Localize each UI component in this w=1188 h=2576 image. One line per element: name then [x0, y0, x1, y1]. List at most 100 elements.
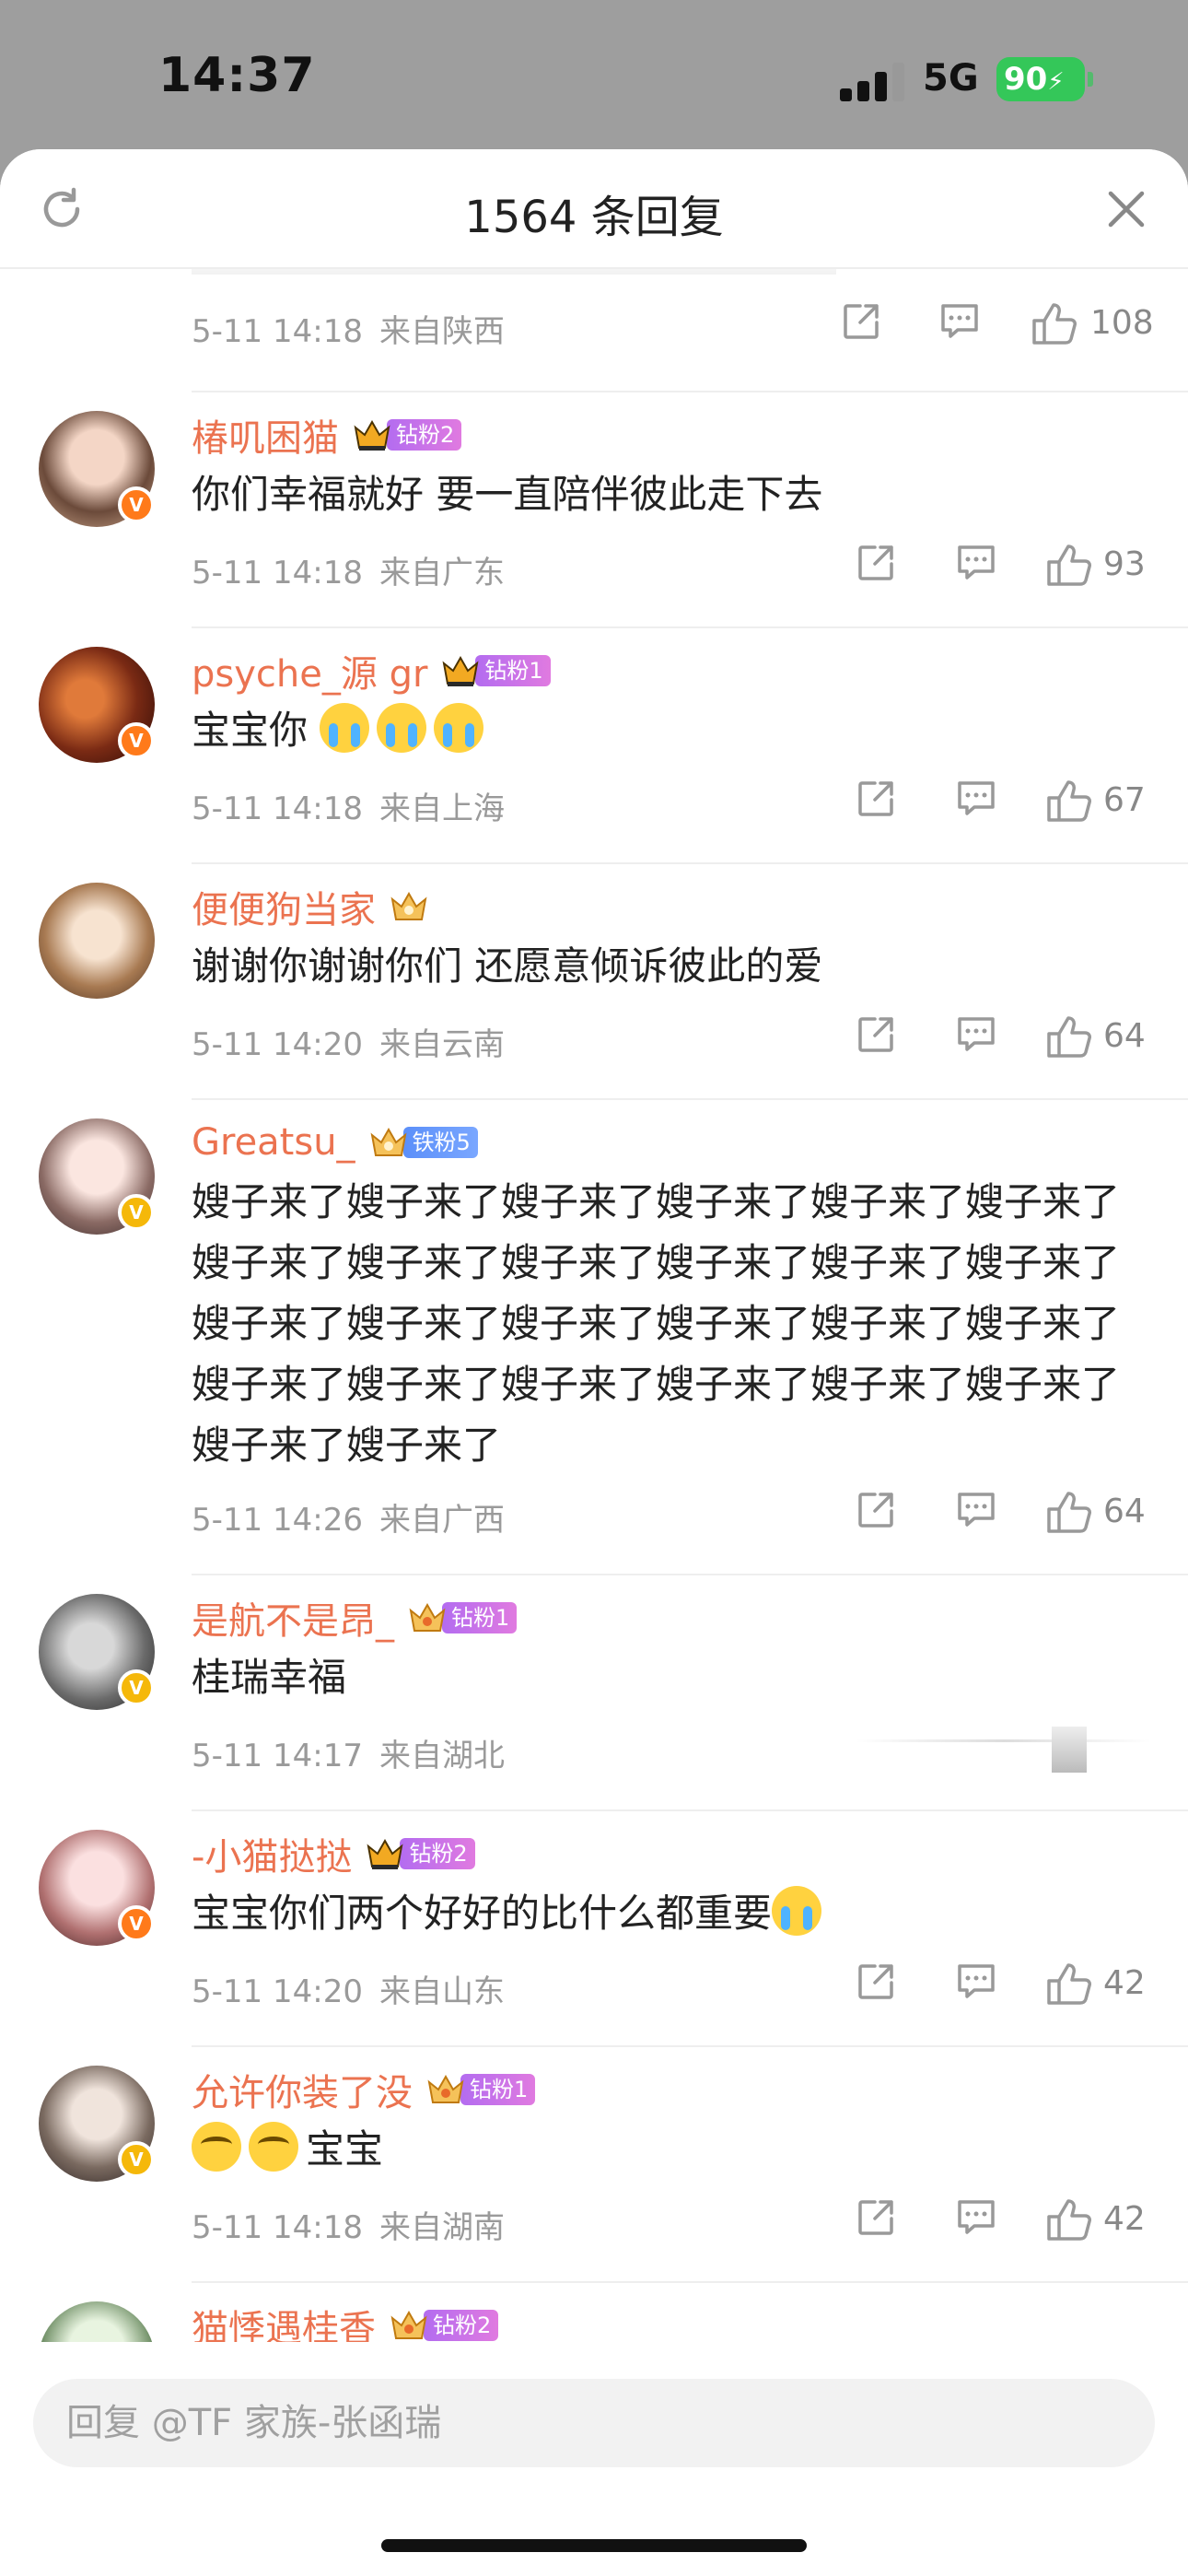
comment-text-content: 宝宝你	[192, 708, 309, 753]
username[interactable]: Greatsu_	[192, 1121, 355, 1164]
close-icon[interactable]	[1101, 184, 1151, 234]
comment-location: 来自湖北	[379, 1738, 505, 1774]
name-row: 椿叽困猫 钻粉2	[192, 408, 462, 462]
name-row: psyche_源 gr 钻粉1	[192, 644, 551, 697]
username[interactable]: 是航不是昂_	[192, 1591, 394, 1645]
comment-text: 宝宝	[192, 2119, 1131, 2180]
crown-icon	[354, 419, 390, 451]
verified-badge-icon: V	[118, 1905, 155, 1942]
like-count: 64	[1103, 1017, 1146, 1055]
sheet-header: 1564 条回复	[0, 149, 1188, 269]
comment-icon[interactable]	[954, 2196, 998, 2237]
loading-skeleton	[1052, 1727, 1087, 1773]
loading-skeleton	[856, 1739, 1151, 1742]
username[interactable]: 椿叽困猫	[192, 408, 339, 462]
comment-text-content: 宝宝	[306, 2126, 384, 2172]
like-count: 42	[1103, 2200, 1146, 2238]
thumbs-up-icon[interactable]	[1044, 1489, 1094, 1535]
fan-badge: 钻粉2	[424, 2310, 499, 2341]
username[interactable]: 猫悸遇桂香	[192, 2299, 376, 2342]
thumbs-up-icon[interactable]	[1044, 2196, 1094, 2242]
crown-icon	[390, 2310, 427, 2339]
share-icon[interactable]	[855, 1961, 897, 2003]
battery-icon: 90⚡	[996, 57, 1085, 101]
eye-roll-emoji-icon	[249, 2122, 298, 2172]
divider	[192, 862, 1188, 864]
divider	[192, 2281, 1188, 2283]
replies-sheet: 1564 条回复 5-11 14:18 来自陕西 108 V 椿叽困猫 钻粉2 …	[0, 149, 1188, 2576]
thumbs-up-icon[interactable]	[1044, 1961, 1094, 2007]
crying-emoji-icon	[772, 1886, 822, 1936]
share-icon[interactable]	[855, 542, 897, 584]
home-indicator[interactable]	[381, 2539, 807, 2552]
share-icon[interactable]	[855, 778, 897, 820]
comment-icon[interactable]	[938, 300, 982, 341]
username[interactable]: 允许你装了没	[192, 2063, 413, 2116]
like-count: 108	[1090, 304, 1154, 342]
comment-text: 谢谢你谢谢你们 还愿意倾诉彼此的爱	[192, 943, 823, 989]
share-icon[interactable]	[855, 2196, 897, 2239]
username[interactable]: 便便狗当家	[192, 880, 376, 933]
like-count: 64	[1103, 1493, 1146, 1530]
name-row: 猫悸遇桂香 钻粉2	[192, 2299, 499, 2342]
verified-badge-icon: V	[118, 1669, 155, 1706]
eye-roll-emoji-icon	[192, 2122, 241, 2172]
fan-badge: 铁粉5	[402, 1127, 478, 1158]
reply-input[interactable]	[33, 2379, 1155, 2467]
thumbs-up-icon[interactable]	[1030, 300, 1079, 346]
name-row: -小猫挞挞 钻粉2	[192, 1827, 475, 1880]
thumbs-up-icon[interactable]	[1044, 778, 1094, 824]
battery-tip	[1088, 72, 1093, 87]
username[interactable]: psyche_源 gr	[192, 644, 427, 697]
crown-icon	[409, 1602, 446, 1632]
divider	[192, 391, 1188, 392]
battery-level: 90	[1004, 61, 1048, 98]
comment-actions: 67	[0, 778, 1188, 824]
comment-icon[interactable]	[954, 1961, 998, 2001]
crown-icon	[390, 891, 427, 920]
signal-icon	[840, 61, 904, 101]
crown-icon	[442, 655, 479, 686]
clipped-text	[192, 269, 836, 275]
comment-actions: 42	[0, 1961, 1188, 2007]
comment-list[interactable]: 5-11 14:18 来自陕西 108 V 椿叽困猫 钻粉2 你们幸福就好 要一直…	[0, 269, 1188, 2342]
share-icon[interactable]	[840, 300, 882, 343]
share-icon[interactable]	[855, 1489, 897, 1531]
avatar[interactable]	[39, 2301, 155, 2342]
comment-icon[interactable]	[954, 1013, 998, 1054]
comment-text: 嫂子来了嫂子来了嫂子来了嫂子来了嫂子来了嫂子来了嫂子来了嫂子来了嫂子来了嫂子来了…	[192, 1179, 1121, 1468]
divider	[192, 1574, 1188, 1575]
replies-count-title: 1564 条回复	[464, 192, 724, 243]
comment-text: 桂瑞幸福	[192, 1655, 347, 1700]
share-icon[interactable]	[855, 1013, 897, 1056]
like-count: 93	[1103, 545, 1146, 583]
crying-emoji-icon	[320, 703, 370, 753]
like-count: 42	[1103, 1964, 1146, 2002]
comment-text: 宝宝你们两个好好的比什么都重要	[192, 1883, 1131, 1944]
username[interactable]: -小猫挞挞	[192, 1827, 352, 1880]
crown-icon	[370, 1127, 407, 1156]
status-bar: 14:37 5G 90⚡	[0, 0, 1188, 147]
verified-badge-icon: V	[118, 722, 155, 759]
name-row: 是航不是昂_ 钻粉1	[192, 1591, 518, 1645]
thumbs-up-icon[interactable]	[1044, 542, 1094, 588]
verified-badge-icon: V	[118, 1194, 155, 1231]
avatar[interactable]	[39, 883, 155, 999]
verified-badge-icon: V	[118, 2141, 155, 2178]
fan-badge: 钻粉2	[387, 419, 462, 451]
crying-emoji-icon	[377, 703, 427, 753]
fan-badge: 钻粉2	[400, 1838, 475, 1869]
comment-icon[interactable]	[954, 542, 998, 582]
network-type: 5G	[923, 57, 979, 100]
thumbs-up-icon[interactable]	[1044, 1013, 1094, 1060]
comment-icon[interactable]	[954, 778, 998, 818]
divider	[192, 1809, 1188, 1811]
comment-actions: 108	[0, 300, 1188, 346]
fan-badge: 钻粉1	[442, 1602, 518, 1633]
divider	[192, 2045, 1188, 2047]
comment-actions: 42	[0, 2196, 1188, 2242]
comment-actions: 93	[0, 542, 1188, 588]
verified-badge-icon: V	[118, 486, 155, 523]
comment-text: 你们幸福就好 要一直陪伴彼此走下去	[192, 472, 823, 517]
comment-icon[interactable]	[954, 1489, 998, 1529]
